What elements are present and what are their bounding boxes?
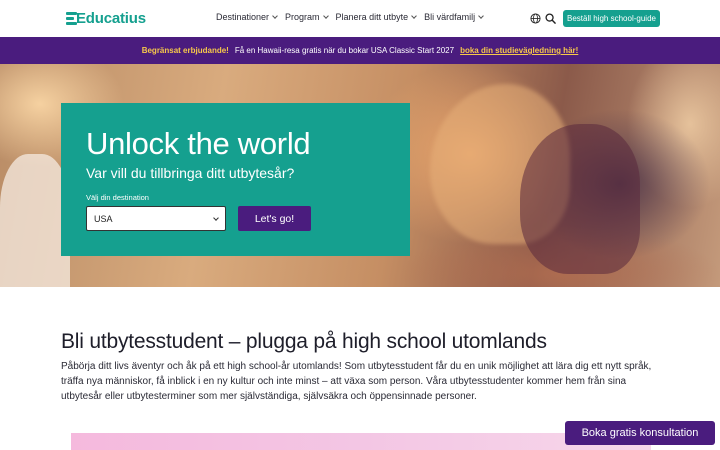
hero-card: Unlock the world Var vill du tillbringa … [61,103,410,256]
promo-limited-label: Begränsat erbjudande! [141,46,229,55]
lets-go-button[interactable]: Let's go! [238,206,311,231]
nav-item-label: Destinationer [216,12,270,22]
destination-value: USA [94,213,113,224]
logo-text: Educatius [76,10,146,27]
nav-item-vardfamilj[interactable]: Bli värdfamilj [424,12,484,22]
nav-item-program[interactable]: Program [285,12,329,22]
book-consultation-button[interactable]: Boka gratis konsultation [565,421,715,445]
destination-select[interactable]: USA [86,206,226,231]
main-nav: Destinationer Program Planera ditt utbyt… [216,12,484,22]
destination-label: Välj din destination [86,193,149,202]
nav-item-label: Bli värdfamilj [424,12,476,22]
promo-card [71,433,651,450]
nav-item-label: Planera ditt utbyte [335,12,409,22]
destination-row: USA Let's go! [86,206,385,231]
chevron-down-icon [272,13,278,19]
hero-photo-detail [0,154,70,287]
logo-mark-icon [66,11,78,26]
hero-title: Unlock the world [86,126,311,161]
main-content: Bli utbytesstudent – plugga på high scho… [61,330,661,404]
hero-section: Unlock the world Var vill du tillbringa … [0,64,720,287]
nav-item-planera[interactable]: Planera ditt utbyte [336,12,417,22]
intro-paragraph: Påbörja ditt livs äventyr och åk på ett … [61,361,652,402]
chevron-down-icon [322,13,329,19]
chevron-down-icon [478,13,484,19]
logo[interactable]: Educatius [66,10,146,27]
chevron-down-icon [411,13,417,19]
chevron-down-icon [213,214,219,221]
promo-link[interactable]: boka din studievägledning här! [460,46,578,55]
globe-icon[interactable] [530,13,541,24]
promo-banner: Begränsat erbjudande! Få en Hawaii-resa … [0,37,720,64]
site-header: Educatius Destinationer Program Planera … [0,0,720,37]
nav-item-destinationer[interactable]: Destinationer [216,12,278,22]
search-icon[interactable] [545,13,556,24]
promo-text: Få en Hawaii-resa gratis när du bokar US… [234,46,455,55]
hero-photo-detail [520,124,640,274]
hero-subtitle: Var vill du tillbringa ditt utbytesår? [86,165,295,181]
order-guide-button[interactable]: Beställ high school-guide [563,10,660,27]
page-heading: Bli utbytesstudent – plugga på high scho… [61,330,547,353]
nav-item-label: Program [285,12,320,22]
